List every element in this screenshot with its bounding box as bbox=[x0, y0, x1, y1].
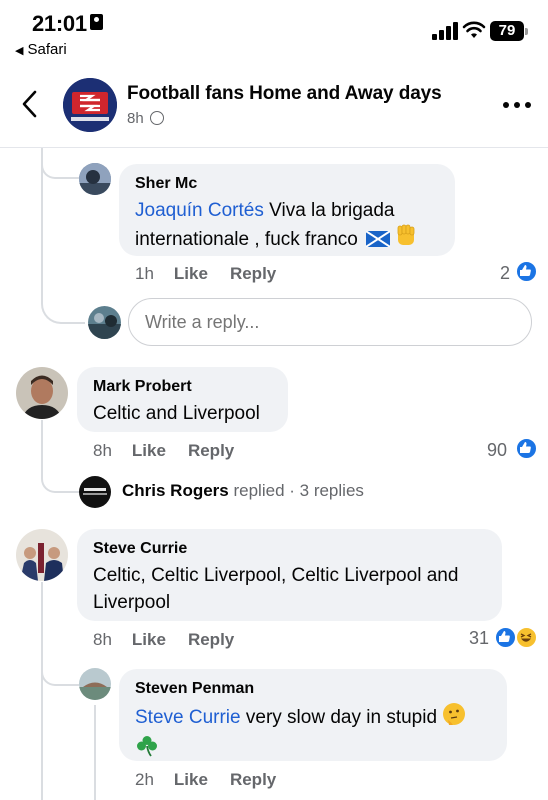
reply-button[interactable]: Reply bbox=[230, 264, 276, 283]
comment-author[interactable]: Sher Mc bbox=[135, 174, 441, 193]
group-logo-image bbox=[63, 78, 117, 132]
comment-bubble: Steven Penman Steve Currie very slow day… bbox=[119, 669, 507, 761]
comment-time: 8h bbox=[93, 441, 112, 460]
comment-time: 1h bbox=[135, 264, 154, 283]
globe-icon bbox=[149, 111, 164, 125]
comment-bubble: Mark Probert Celtic and Liverpool bbox=[77, 367, 288, 432]
like-reaction-icon bbox=[495, 627, 516, 648]
reply-button[interactable]: Reply bbox=[230, 770, 276, 789]
reply-button[interactable]: Reply bbox=[188, 441, 234, 460]
back-triangle-icon: ◀ bbox=[15, 45, 24, 57]
like-button[interactable]: Like bbox=[174, 264, 208, 283]
post-age: 8h bbox=[127, 110, 144, 127]
thread-connector bbox=[41, 148, 79, 179]
mention-link[interactable]: Joaquín Cortés bbox=[135, 200, 264, 221]
view-replies-link[interactable]: Chris Rogers replied · 3 replies bbox=[122, 481, 364, 501]
more-dots-icon[interactable] bbox=[503, 102, 531, 110]
comment-bubble: Steve Currie Celtic, Celtic Liverpool, C… bbox=[77, 529, 502, 621]
replied-verb: replied bbox=[233, 481, 285, 500]
back-chevron-icon[interactable] bbox=[18, 88, 42, 120]
post-meta: 8h bbox=[127, 110, 164, 127]
like-button[interactable]: Like bbox=[174, 770, 208, 789]
comment-author[interactable]: Steven Penman bbox=[135, 679, 493, 698]
scotland-flag-emoji bbox=[366, 231, 391, 247]
comment-actions: 8h Like Reply bbox=[93, 441, 256, 461]
avatar[interactable] bbox=[16, 529, 68, 581]
comment-author[interactable]: Steve Currie bbox=[93, 539, 488, 558]
reply-button[interactable]: Reply bbox=[188, 630, 234, 649]
status-bar: 21:01 ◀ Safari 79 bbox=[0, 0, 548, 68]
comment-actions: 1h Like Reply bbox=[135, 264, 298, 284]
mention-link[interactable]: Steve Currie bbox=[135, 707, 241, 728]
reply-count: · 3 replies bbox=[284, 481, 364, 500]
comment-text: Celtic, Celtic Liverpool, Celtic Liverpo… bbox=[93, 565, 459, 613]
comment-actions: 8h Like Reply bbox=[93, 630, 256, 650]
comment-actions: 2h Like Reply bbox=[135, 770, 298, 790]
post-header: Football fans Home and Away days 8h bbox=[0, 68, 548, 148]
avatar[interactable] bbox=[79, 668, 111, 700]
thread-connector bbox=[41, 286, 85, 324]
thread-line bbox=[94, 705, 96, 800]
comment-text: Celtic and Liverpool bbox=[93, 403, 260, 424]
back-to-app-link[interactable]: ◀ Safari bbox=[15, 41, 67, 58]
current-user-avatar bbox=[88, 306, 121, 339]
shamrock-emoji bbox=[135, 734, 159, 766]
replier-avatar[interactable] bbox=[79, 476, 111, 508]
raised-fist-emoji bbox=[395, 224, 417, 256]
like-button[interactable]: Like bbox=[132, 441, 166, 460]
lock-badge-icon bbox=[90, 14, 103, 30]
cellular-signal-icon bbox=[432, 22, 458, 40]
reaction-count[interactable]: 90 bbox=[487, 440, 507, 461]
like-reaction-icon bbox=[516, 438, 537, 459]
comment-time: 2h bbox=[135, 770, 154, 789]
like-reaction-icon bbox=[516, 261, 537, 282]
wifi-icon bbox=[462, 21, 486, 38]
status-time: 21:01 bbox=[32, 11, 87, 36]
thread-connector bbox=[41, 460, 79, 493]
reply-input[interactable] bbox=[128, 298, 532, 346]
comment-text: Joaquín Cortés Viva la brigada internati… bbox=[135, 197, 441, 256]
replier-name: Chris Rogers bbox=[122, 481, 229, 500]
reaction-count[interactable]: 31 bbox=[469, 628, 489, 649]
like-button[interactable]: Like bbox=[132, 630, 166, 649]
battery-indicator: 79 bbox=[490, 21, 528, 41]
group-logo[interactable] bbox=[63, 78, 117, 132]
comment-bubble: Sher Mc Joaquín Cortés Viva la brigada i… bbox=[119, 164, 455, 256]
thread-connector bbox=[41, 652, 79, 686]
comment-text: Steve Currie very slow day in stupid bbox=[135, 702, 493, 766]
comment-body: very slow day in stupid bbox=[240, 707, 438, 728]
avatar[interactable] bbox=[16, 367, 68, 419]
thread-line bbox=[41, 582, 43, 800]
back-app-label: Safari bbox=[27, 41, 67, 58]
avatar[interactable] bbox=[79, 163, 111, 195]
comment-time: 8h bbox=[93, 630, 112, 649]
haha-reaction-icon bbox=[516, 627, 537, 648]
reaction-count[interactable]: 2 bbox=[500, 263, 510, 284]
group-title[interactable]: Football fans Home and Away days bbox=[127, 83, 442, 105]
thinking-face-emoji bbox=[442, 702, 466, 734]
comment-author[interactable]: Mark Probert bbox=[93, 377, 274, 396]
